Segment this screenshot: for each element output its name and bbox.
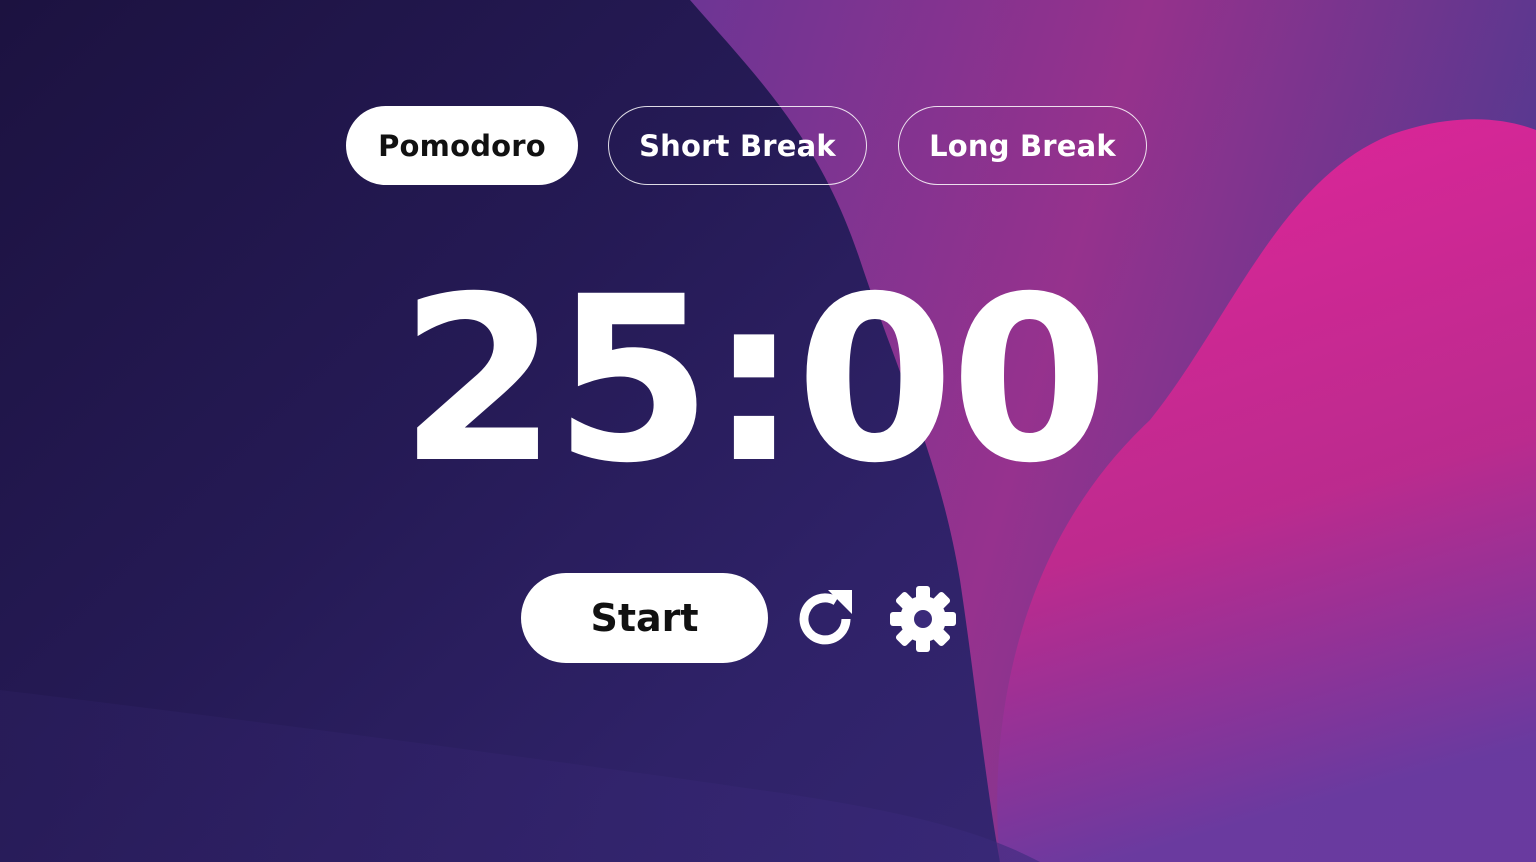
start-button[interactable]: Start: [521, 573, 768, 663]
tab-long-break[interactable]: Long Break: [898, 106, 1147, 185]
gear-icon: [890, 586, 956, 652]
timer-display: 25:00: [399, 247, 1109, 513]
tab-short-break[interactable]: Short Break: [608, 106, 867, 185]
tab-pomodoro[interactable]: Pomodoro: [346, 106, 578, 185]
reset-icon: [799, 590, 852, 645]
reset-button[interactable]: [790, 584, 860, 654]
settings-button[interactable]: [888, 584, 958, 654]
